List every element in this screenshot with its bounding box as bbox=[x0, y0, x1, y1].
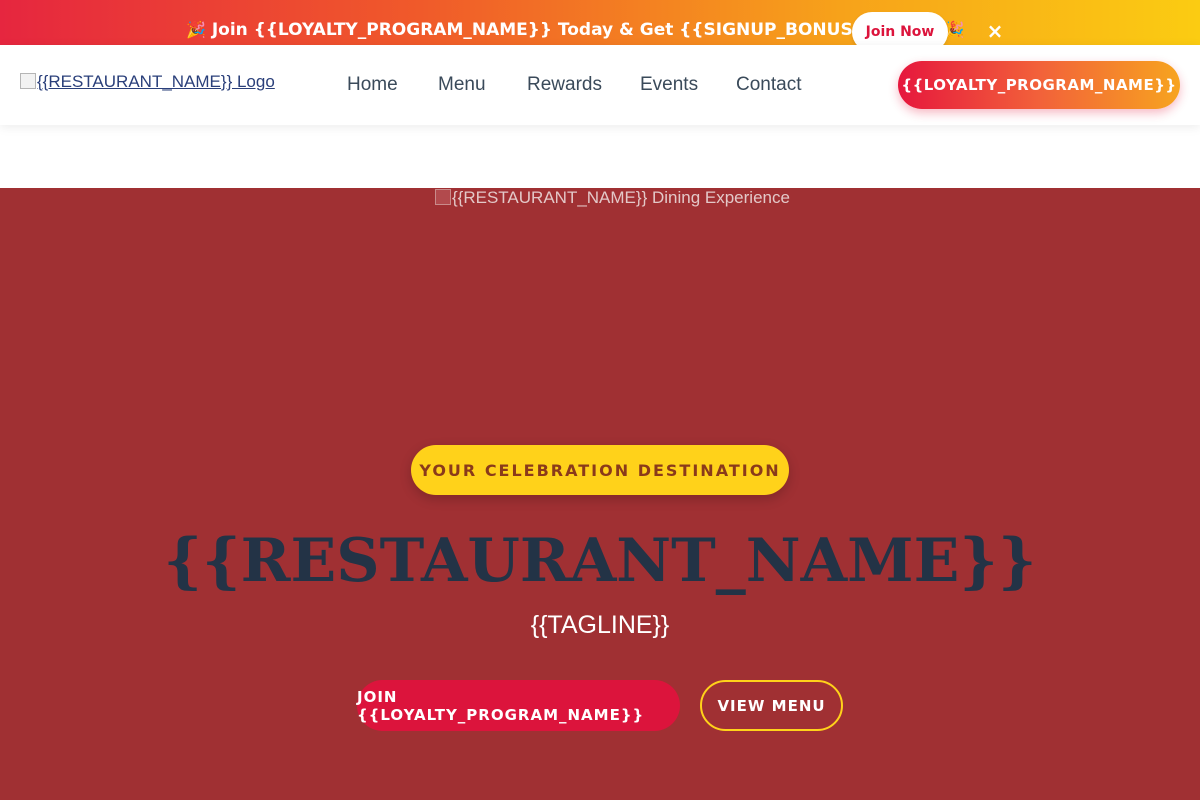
promo-banner: 🎉 Join {{LOYALTY_PROGRAM_NAME}} Today & … bbox=[0, 0, 1200, 52]
broken-image-icon bbox=[435, 189, 451, 205]
hero-tagline: {{TAGLINE}} bbox=[530, 611, 670, 639]
site-header: {{RESTAURANT_NAME}} Logo Home Menu Rewar… bbox=[0, 45, 1200, 125]
logo-alt-text: {{RESTAURANT_NAME}} Logo bbox=[37, 72, 275, 91]
logo-link[interactable]: {{RESTAURANT_NAME}} Logo bbox=[20, 72, 275, 92]
nav-menu[interactable]: Menu bbox=[438, 74, 486, 96]
promo-text: Join {{LOYALTY_PROGRAM_NAME}} Today & Ge… bbox=[211, 20, 939, 40]
hero-image: {{RESTAURANT_NAME}} Dining Experience bbox=[435, 188, 790, 208]
nav-events[interactable]: Events bbox=[640, 74, 698, 96]
nav-rewards[interactable]: Rewards bbox=[527, 74, 602, 96]
join-loyalty-button[interactable]: JOIN {{LOYALTY_PROGRAM_NAME}} bbox=[357, 680, 680, 731]
promo-message: 🎉 Join {{LOYALTY_PROGRAM_NAME}} Today & … bbox=[186, 20, 964, 40]
nav-contact[interactable]: Contact bbox=[736, 74, 801, 96]
broken-image-icon bbox=[20, 73, 36, 89]
nav-home[interactable]: Home bbox=[347, 74, 398, 96]
view-menu-button[interactable]: VIEW MENU bbox=[700, 680, 843, 731]
close-icon[interactable]: × bbox=[984, 20, 1006, 42]
hero-title: {{RESTAURANT_NAME}} bbox=[163, 526, 1037, 596]
hero-badge: YOUR CELEBRATION DESTINATION bbox=[411, 445, 789, 495]
loyalty-program-button[interactable]: {{LOYALTY_PROGRAM_NAME}} bbox=[898, 61, 1180, 109]
hero-image-alt-text: {{RESTAURANT_NAME}} Dining Experience bbox=[452, 188, 790, 207]
party-popper-icon: 🎉 bbox=[186, 20, 206, 39]
hero-section: {{RESTAURANT_NAME}} Dining Experience YO… bbox=[0, 188, 1200, 800]
